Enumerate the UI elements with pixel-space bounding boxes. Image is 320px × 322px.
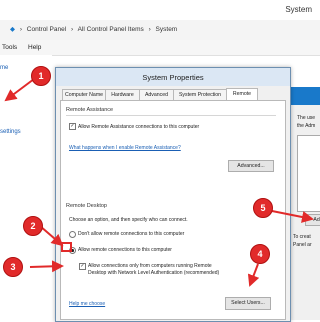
window-title: System <box>285 5 312 14</box>
tab-remote[interactable]: Remote <box>226 88 258 100</box>
users-list[interactable] <box>297 135 320 212</box>
help-me-choose-link[interactable]: Help me choose <box>69 301 105 307</box>
dialog-text: The use <box>297 115 316 121</box>
dialog-text: Panel ar <box>293 242 312 248</box>
menu-bar: Tools Help <box>0 40 320 56</box>
allow-remote-assistance-label: Allow Remote Assistance connections to t… <box>78 124 200 130</box>
breadcrumb[interactable]: ◆ › Control Panel › All Control Panel It… <box>10 25 177 33</box>
nla-checkbox[interactable]: ✓ <box>79 263 86 270</box>
annotation-badge-5: 5 <box>253 198 273 218</box>
dont-allow-label: Don't allow remote connections to this c… <box>78 231 185 237</box>
remote-assistance-heading: Remote Assistance <box>66 107 114 113</box>
allow-remote-assistance-checkbox[interactable]: ✓ <box>69 123 76 130</box>
remote-assistance-help-link[interactable]: What happens when I enable Remote Assist… <box>69 145 181 151</box>
remote-tab-pane: Remote Assistance ✓ Allow Remote Assista… <box>60 100 286 320</box>
tab-advanced[interactable]: Advanced <box>139 89 174 100</box>
menu-help[interactable]: Help <box>28 44 41 51</box>
annotation-badge-2: 2 <box>23 216 43 236</box>
advanced-button[interactable]: Advanced... <box>228 160 274 172</box>
tab-hardware[interactable]: Hardware <box>105 89 140 100</box>
annotation-badge-1: 1 <box>31 66 51 86</box>
select-users-button[interactable]: Select Users... <box>225 297 271 310</box>
menu-tools[interactable]: Tools <box>2 44 17 51</box>
dialog-titlebar: System Properties <box>56 68 290 86</box>
nla-label-line1: Allow connections only from computers ru… <box>88 263 212 269</box>
nla-label-line2: Desktop with Network Level Authenticatio… <box>88 270 220 276</box>
tab-computer-name[interactable]: Computer Name <box>62 89 106 100</box>
remote-desktop-heading: Remote Desktop <box>66 203 107 209</box>
breadcrumb-item[interactable]: All Control Panel Items <box>78 26 144 33</box>
left-pane: me settings <box>0 55 52 320</box>
tab-system-protection[interactable]: System Protection <box>173 89 227 100</box>
control-panel-titlebar: System <box>0 0 320 20</box>
dialog-text: To creat <box>293 234 311 240</box>
divider <box>66 115 276 116</box>
back-icon[interactable]: ◆ <box>10 26 15 33</box>
allow-remote-label: Allow remote connections to this compute… <box>78 247 172 253</box>
annotation-badge-4: 4 <box>250 244 270 264</box>
checkbox-highlight <box>61 242 72 252</box>
dont-allow-radio[interactable] <box>69 231 76 238</box>
breadcrumb-item[interactable]: System <box>156 26 178 33</box>
remote-settings-link[interactable]: settings <box>0 129 21 135</box>
annotation-badge-3: 3 <box>3 257 23 277</box>
dialog-text: the Adm <box>297 123 316 129</box>
dialog-title: System Properties <box>142 73 204 82</box>
control-panel-home-link[interactable]: me <box>0 65 8 71</box>
remote-desktop-hint: Choose an option, and then specify who c… <box>69 217 188 223</box>
add-button[interactable]: Add <box>305 214 320 226</box>
breadcrumb-item[interactable]: Control Panel <box>27 26 66 33</box>
system-properties-dialog: System Properties Computer Name Hardware… <box>55 67 291 322</box>
